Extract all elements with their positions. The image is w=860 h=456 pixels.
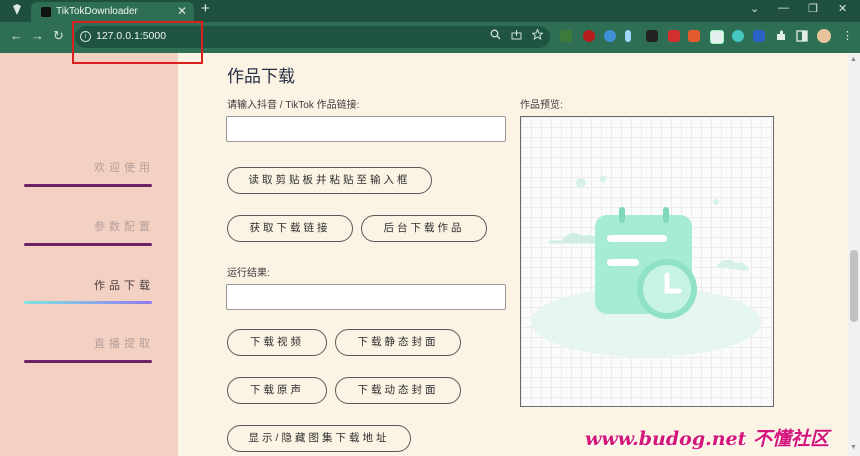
extensions-puzzle-icon[interactable] [775, 30, 787, 42]
new-tab-button[interactable]: + [201, 0, 210, 17]
sidebar-item-underline [24, 184, 152, 187]
extension-3-icon[interactable] [604, 30, 616, 42]
bookmark-star-icon[interactable] [532, 29, 543, 40]
extension-6-icon[interactable] [668, 30, 680, 42]
extension-8-icon[interactable] [710, 30, 724, 44]
toggle-gallery-links-button[interactable]: 显示/隐藏图集下载地址 [227, 425, 411, 452]
extension-4-icon[interactable] [625, 30, 631, 42]
extension-ublock-icon[interactable] [583, 30, 595, 42]
restore-icon[interactable]: ❐ [808, 2, 818, 15]
sidebar-item-label: 参数配置 [94, 221, 154, 233]
browser-tab[interactable]: TikTokDownloader ✕ [31, 2, 194, 22]
scroll-down-arrow-icon[interactable]: ▼ [850, 444, 857, 451]
sidebar-item-label: 作品下载 [94, 280, 154, 292]
paste-clipboard-button[interactable]: 读取剪贴板并粘贴至输入框 [227, 167, 432, 194]
download-dynamic-cover-button[interactable]: 下载动态封面 [335, 377, 461, 404]
get-download-link-button[interactable]: 获取下载链接 [227, 215, 353, 242]
extension-9-icon[interactable] [732, 30, 744, 42]
page-title: 作品下载 [227, 67, 295, 86]
side-panel-icon[interactable] [796, 30, 808, 42]
sidebar-item-underline-active [24, 301, 152, 304]
back-icon[interactable]: ← [10, 28, 23, 43]
link-input[interactable] [226, 116, 506, 142]
preview-label: 作品预览: [520, 100, 563, 111]
close-window-icon[interactable]: ✕ [838, 2, 847, 15]
scroll-up-arrow-icon[interactable]: ▲ [850, 56, 857, 63]
extension-1-icon[interactable] [560, 30, 572, 42]
close-tab-icon[interactable]: ✕ [177, 4, 187, 18]
tab-list-chevron-icon[interactable]: ⌄ [750, 2, 759, 15]
download-audio-button[interactable]: 下载原声 [227, 377, 327, 404]
tab-title: TikTokDownloader [56, 6, 138, 17]
download-static-cover-button[interactable]: 下载静态封面 [335, 329, 461, 356]
profile-avatar[interactable] [817, 29, 831, 43]
reload-icon[interactable]: ↻ [53, 28, 64, 44]
scrollbar-thumb[interactable] [850, 250, 858, 322]
extension-7-icon[interactable] [688, 30, 700, 42]
empty-calendar-illustration [531, 175, 761, 357]
extension-5-icon[interactable] [646, 30, 658, 42]
zoom-search-icon[interactable] [490, 29, 501, 40]
sidebar: 欢迎使用 参数配置 作品下载 直播提取 [0, 53, 178, 456]
sidebar-item-underline [24, 243, 152, 246]
result-output[interactable] [226, 284, 506, 310]
forward-icon[interactable]: → [31, 28, 44, 43]
preview-panel [520, 116, 774, 407]
minimize-icon[interactable]: — [778, 2, 789, 14]
link-input-label: 请输入抖音 / TikTok 作品链接: [227, 100, 360, 111]
watermark-text: www.budog.net 不懂社区 [585, 428, 830, 450]
sidebar-item-underline [24, 360, 152, 363]
tiktok-favicon-icon [41, 7, 51, 17]
url-highlight-box [72, 21, 203, 64]
sidebar-item-label: 直播提取 [94, 338, 154, 350]
tab-search-icon[interactable] [12, 4, 22, 16]
background-download-button[interactable]: 后台下载作品 [361, 215, 487, 242]
share-icon[interactable] [511, 29, 522, 40]
result-label: 运行结果: [227, 268, 270, 279]
extension-10-icon[interactable] [753, 30, 765, 42]
more-menu-icon[interactable]: ⋮ [842, 29, 853, 42]
download-video-button[interactable]: 下载视频 [227, 329, 327, 356]
sidebar-item-label: 欢迎使用 [94, 162, 154, 174]
browser-tab-strip: TikTokDownloader ✕ + ⌄ — ❐ ✕ [0, 0, 860, 22]
